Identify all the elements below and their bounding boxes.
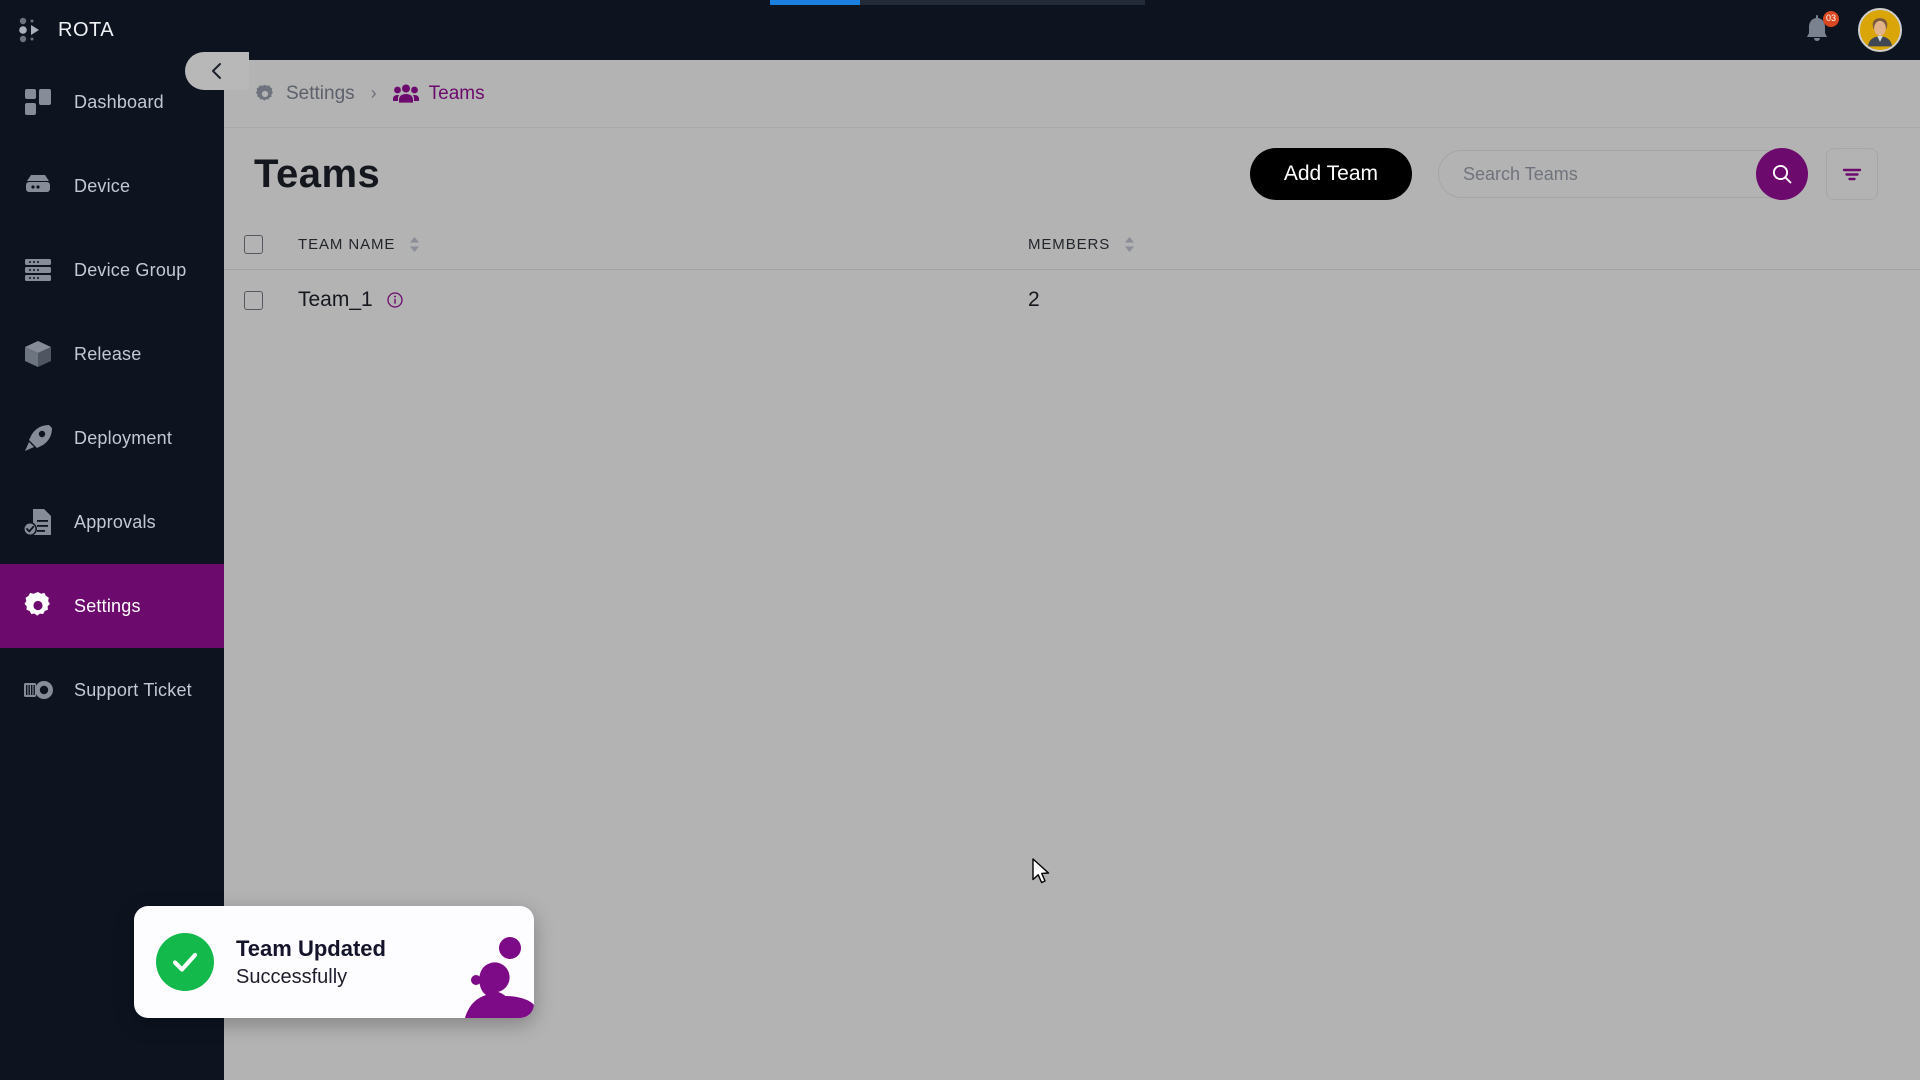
sidebar-item-support-ticket[interactable]: Support Ticket — [0, 648, 224, 732]
table-body: Team_1 2 — [224, 270, 1920, 330]
topbar-right-group: 03 — [1802, 0, 1902, 60]
add-team-button[interactable]: Add Team — [1249, 148, 1412, 200]
info-icon[interactable] — [387, 292, 403, 308]
sidebar-item-label: Dashboard — [74, 91, 164, 112]
user-avatar-icon — [1860, 10, 1900, 50]
device-group-icon — [25, 259, 51, 281]
breadcrumb-label-settings: Settings — [286, 82, 355, 104]
sidebar-item-device-group[interactable]: Device Group — [0, 228, 224, 312]
toast-text-group: Team Updated Successfully — [236, 936, 386, 989]
breadcrumb-item-teams[interactable]: Teams — [392, 82, 485, 105]
search-button[interactable] — [1756, 148, 1808, 200]
approvals-icon — [23, 509, 51, 536]
check-mark-icon — [172, 952, 198, 972]
brand-name: ROTA — [58, 18, 115, 41]
page-title: Teams — [254, 151, 381, 196]
chevron-left-icon — [212, 63, 221, 79]
column-header-members[interactable]: MEMBERS — [1028, 236, 1328, 253]
table-row[interactable]: Team_1 2 — [224, 270, 1920, 330]
page-loading-bar-fill — [770, 0, 860, 5]
select-all-checkbox[interactable] — [244, 235, 263, 254]
sort-icon[interactable] — [409, 236, 420, 253]
column-header-team-name[interactable]: TEAM NAME — [298, 236, 1028, 253]
gear-icon — [255, 84, 273, 101]
ticket-icon — [24, 681, 53, 699]
top-bar: ROTA 03 — [0, 0, 1920, 60]
notification-bell-button[interactable]: 03 — [1802, 11, 1839, 46]
sidebar-item-label: Device — [74, 175, 131, 196]
toast-notification: Team Updated Successfully — [134, 906, 534, 1018]
page-header: Teams Add Team — [224, 128, 1920, 220]
sidebar-item-device[interactable]: Device — [0, 144, 224, 228]
toast-title: Team Updated — [236, 935, 386, 961]
breadcrumb-separator: › — [370, 83, 377, 103]
row-checkbox[interactable] — [244, 290, 263, 310]
breadcrumb: Settings › Teams — [224, 60, 1920, 128]
members-value: 2 — [1028, 288, 1040, 311]
notification-count-badge: 03 — [1822, 11, 1839, 27]
row-select-cell — [244, 290, 298, 310]
team-name-value: Team_1 — [298, 288, 373, 311]
sidebar-item-approvals[interactable]: Approvals — [0, 480, 224, 564]
sidebar-item-label: Settings — [74, 595, 141, 616]
filter-button[interactable] — [1826, 148, 1878, 200]
filter-icon — [1842, 168, 1862, 181]
dots-play-logo-icon — [19, 17, 39, 43]
sort-icon[interactable] — [1124, 236, 1135, 253]
dashboard-icon — [25, 89, 51, 115]
device-icon — [26, 175, 50, 192]
avatar[interactable] — [1858, 8, 1902, 52]
breadcrumb-item-settings[interactable]: Settings — [254, 83, 355, 105]
page-header-actions: Add Team — [1249, 148, 1878, 200]
rocket-icon — [25, 425, 52, 451]
search-teams-group — [1438, 148, 1808, 200]
release-box-icon — [25, 341, 51, 367]
sidebar-item-label: Approvals — [74, 511, 156, 532]
column-label-members: MEMBERS — [1028, 236, 1111, 253]
sidebar-item-deployment[interactable]: Deployment — [0, 396, 224, 480]
search-input[interactable] — [1438, 150, 1800, 198]
page-loading-bar — [770, 0, 1145, 5]
breadcrumb-label-teams: Teams — [428, 82, 485, 104]
teams-table: TEAM NAME MEMBERS Team_1 2 — [224, 220, 1920, 330]
sidebar-item-label: Support Ticket — [74, 679, 192, 700]
sidebar-item-release[interactable]: Release — [0, 312, 224, 396]
select-all-cell — [244, 235, 298, 254]
decorative-blob — [464, 937, 534, 1018]
sidebar-item-label: Deployment — [74, 427, 173, 448]
search-icon — [1772, 164, 1792, 184]
toast-subtitle: Successfully — [236, 965, 348, 988]
sidebar-item-label: Release — [74, 343, 142, 364]
sidebar-collapse-button[interactable] — [185, 52, 249, 90]
sidebar-item-settings[interactable]: Settings — [0, 564, 224, 648]
cell-team-name: Team_1 — [298, 288, 1028, 312]
sidebar-item-label: Device Group — [74, 259, 187, 280]
cell-members: 2 — [1028, 288, 1328, 312]
people-icon — [392, 84, 419, 103]
mouse-cursor — [1032, 858, 1050, 884]
check-circle-icon — [156, 933, 214, 991]
table-header-row: TEAM NAME MEMBERS — [224, 220, 1920, 270]
brand-logo[interactable]: ROTA — [18, 15, 114, 45]
column-label-team-name: TEAM NAME — [298, 236, 396, 253]
gear-icon — [24, 592, 50, 616]
